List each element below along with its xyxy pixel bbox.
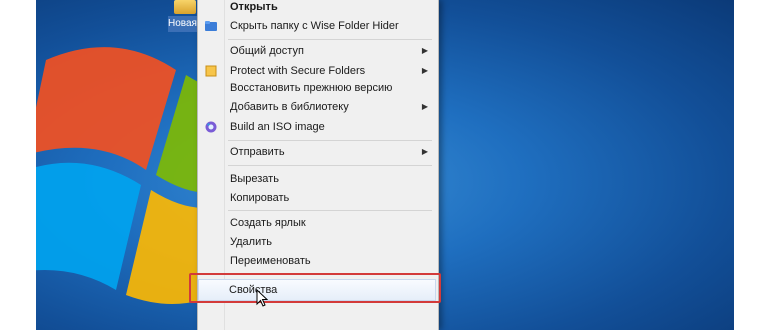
menu-item-label: Восстановить прежнюю версию <box>230 82 393 94</box>
menu-item-label: Переименовать <box>230 255 311 267</box>
menu-item-rename[interactable]: Переименовать <box>198 251 438 271</box>
menu-item-label: Добавить в библиотеку <box>230 101 349 113</box>
menu-item-label: Скрыть папку с Wise Folder Hider <box>230 20 399 32</box>
menu-item-create-shortcut[interactable]: Создать ярлык <box>198 213 438 233</box>
menu-item-wise-folder-hider[interactable]: Скрыть папку с Wise Folder Hider <box>198 16 438 36</box>
menu-item-label: Удалить <box>230 236 272 248</box>
menu-item-label: Открыть <box>230 1 278 13</box>
submenu-arrow-icon: ▶ <box>421 46 428 55</box>
iso-disc-icon <box>205 121 217 133</box>
menu-item-label: Build an ISO image <box>230 121 325 133</box>
menu-separator <box>228 210 432 211</box>
menu-separator <box>228 165 432 166</box>
menu-item-send-to[interactable]: Отправить ▶ <box>198 142 438 162</box>
menu-item-restore-version[interactable]: Восстановить прежнюю версию <box>198 78 438 98</box>
wise-folder-icon <box>205 21 217 31</box>
menu-item-add-to-library[interactable]: Добавить в библиотеку ▶ <box>198 97 438 117</box>
folder-icon <box>174 0 196 14</box>
menu-item-open[interactable]: Открыть <box>198 0 438 17</box>
menu-item-label: Вырезать <box>230 173 279 185</box>
secure-folder-icon <box>205 65 217 77</box>
menu-item-sharing[interactable]: Общий доступ ▶ <box>198 41 438 61</box>
menu-item-delete[interactable]: Удалить <box>198 232 438 252</box>
menu-item-cut[interactable]: Вырезать <box>198 169 438 189</box>
mouse-cursor-icon <box>256 289 268 307</box>
menu-separator <box>228 39 432 40</box>
menu-item-label: Копировать <box>230 192 290 204</box>
submenu-arrow-icon: ▶ <box>421 147 428 156</box>
menu-item-copy[interactable]: Копировать <box>198 188 438 208</box>
menu-separator <box>228 140 432 141</box>
properties-highlight-box <box>189 273 441 303</box>
menu-item-label: Создать ярлык <box>230 217 306 229</box>
menu-item-build-iso[interactable]: Build an ISO image <box>198 117 438 137</box>
menu-item-label: Отправить <box>230 146 285 158</box>
submenu-arrow-icon: ▶ <box>421 102 428 111</box>
menu-item-label: Общий доступ <box>230 45 304 57</box>
